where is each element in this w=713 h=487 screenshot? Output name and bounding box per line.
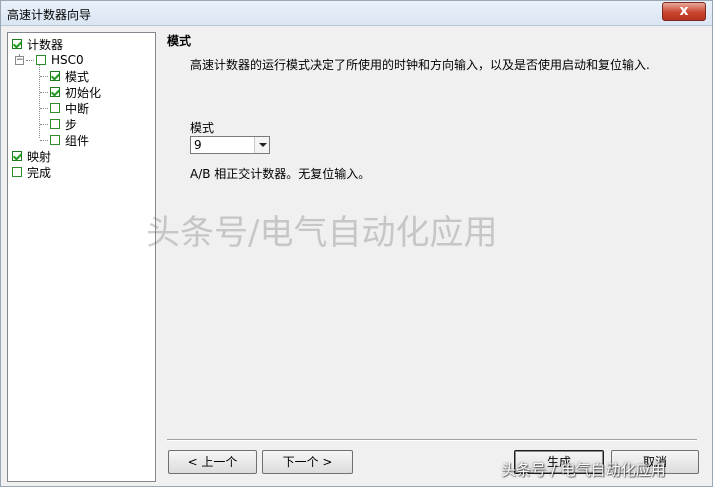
close-icon: x — [679, 3, 689, 19]
checkmark-icon — [12, 151, 22, 161]
tree-item-mapping[interactable]: 映射 — [12, 148, 51, 164]
checkmark-icon — [12, 39, 22, 49]
tree-item-finish[interactable]: 完成 — [12, 164, 51, 180]
tree-item-hsc0[interactable]: − HSC0 — [15, 52, 84, 68]
tree-connector — [40, 91, 48, 93]
tree-item-label: 映射 — [27, 149, 52, 164]
tree-connector — [26, 59, 34, 61]
tree-connector — [40, 139, 48, 141]
mode-dropdown[interactable]: 9 — [190, 136, 270, 154]
wizard-window: 高速计数器向导 x 计数器 − HSC0 模式 初始化 中断 步 组件 映射 完… — [0, 0, 713, 487]
tree-item-label: 步 — [65, 117, 78, 132]
tree-connector — [40, 75, 48, 77]
checkbox-empty-icon — [50, 119, 60, 129]
tree-item-label: HSC0 — [51, 53, 84, 67]
tree-item-label: 模式 — [65, 69, 90, 84]
watermark-corner: 头条号 / 电气自动化应用 — [501, 461, 666, 479]
title-bar[interactable]: 高速计数器向导 x — [1, 1, 712, 26]
prev-button[interactable]: < 上一个 — [168, 450, 257, 474]
close-button[interactable]: x — [662, 2, 706, 21]
separator — [167, 439, 697, 441]
mode-label: 模式 — [190, 121, 215, 135]
collapse-icon[interactable]: − — [15, 55, 24, 65]
navigation-tree: 计数器 − HSC0 模式 初始化 中断 步 组件 映射 完成 — [7, 32, 156, 482]
checkmark-icon — [50, 87, 60, 97]
tree-item-label: 计数器 — [27, 37, 64, 52]
checkbox-empty-icon — [50, 103, 60, 113]
chevron-down-icon[interactable] — [254, 137, 269, 153]
mode-description: A/B 相正交计数器。无复位输入。 — [190, 167, 371, 181]
checkbox-empty-icon — [12, 167, 22, 177]
mode-dropdown-value: 9 — [194, 138, 202, 152]
tree-item-label: 中断 — [65, 101, 90, 116]
next-button[interactable]: 下一个 > — [262, 450, 353, 474]
mode-explanation: 高速计数器的运行模式决定了所使用的时钟和方向输入，以及是否使用启动和复位输入. — [190, 58, 650, 72]
checkbox-empty-icon — [36, 55, 46, 65]
tree-item-interrupt[interactable]: 中断 — [40, 100, 89, 116]
watermark-center: 头条号/电气自动化应用 — [146, 213, 498, 253]
checkbox-empty-icon — [50, 135, 60, 145]
tree-item-counter[interactable]: 计数器 — [12, 36, 63, 52]
tree-item-label: 初始化 — [65, 85, 102, 100]
tree-item-mode[interactable]: 模式 — [40, 68, 89, 84]
tree-item-label: 组件 — [65, 133, 90, 148]
tree-item-init[interactable]: 初始化 — [40, 84, 101, 100]
tree-connector — [40, 123, 48, 125]
tree-item-label: 完成 — [27, 165, 52, 180]
checkmark-icon — [50, 71, 60, 81]
tree-item-component[interactable]: 组件 — [40, 132, 89, 148]
content-pane: 模式 高速计数器的运行模式决定了所使用的时钟和方向输入，以及是否使用启动和复位输… — [160, 32, 708, 482]
window-title: 高速计数器向导 — [7, 8, 92, 22]
tree-item-step[interactable]: 步 — [40, 116, 77, 132]
tree-connector — [40, 107, 48, 109]
section-title: 模式 — [167, 34, 192, 48]
